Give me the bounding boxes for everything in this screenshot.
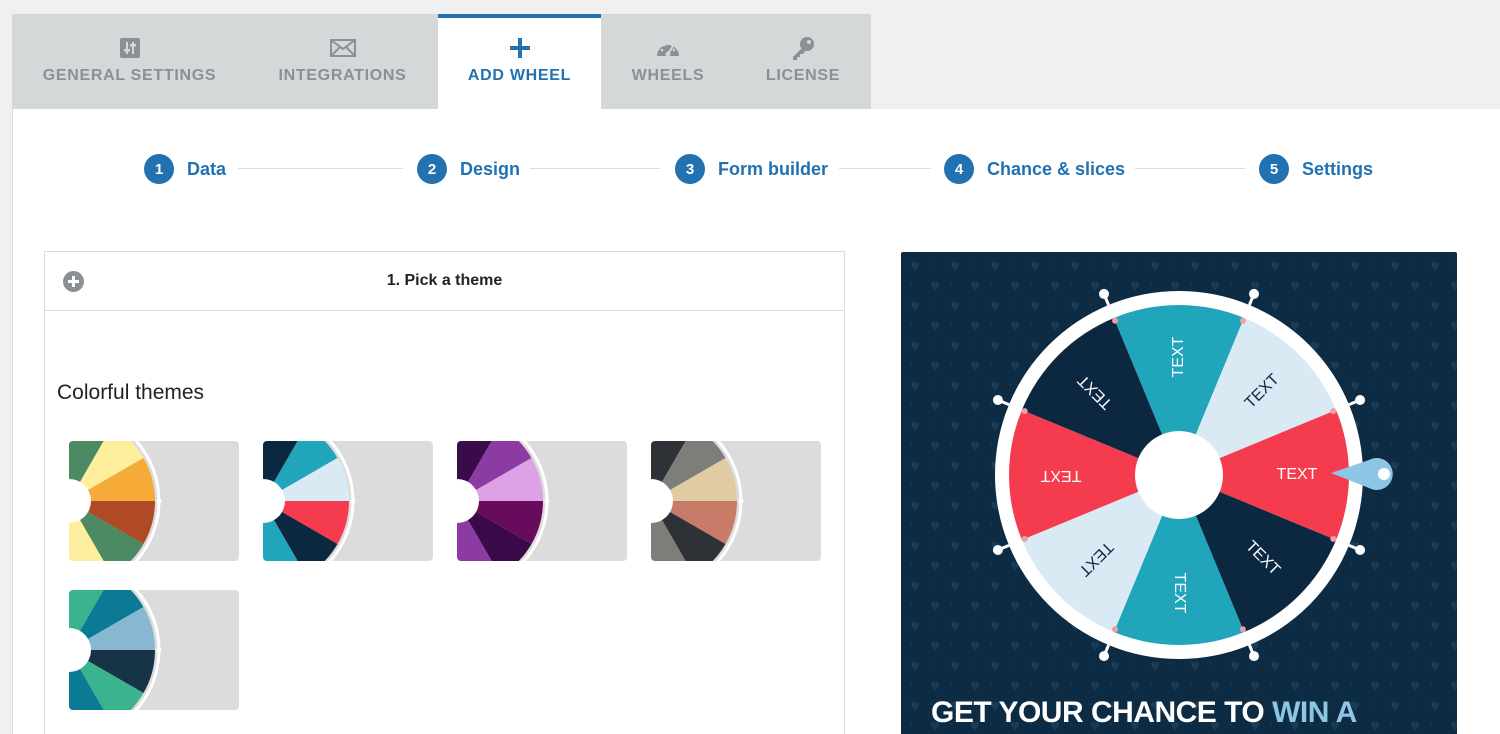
step-design[interactable]: 2 Design [417, 154, 520, 184]
step-label: Data [187, 158, 227, 179]
wheel-pin [1021, 408, 1028, 415]
wheel-peg [992, 394, 1003, 405]
promo-headline: GET YOUR CHANCE TO WIN A [931, 696, 1357, 730]
wheel-slice-text: TEXT [1040, 467, 1081, 484]
wheel-pin [1239, 317, 1246, 324]
wheel-pointer-dot [1378, 468, 1390, 480]
wheel-peg [1249, 288, 1260, 299]
wheel-preview: TEXT TEXT TEXT TEXT TEXT TEXT TEXT TEXT GET YOU… [901, 252, 1457, 734]
wheel-peg [1098, 288, 1109, 299]
promo-text: GET YOUR CHANCE TO [931, 696, 1273, 729]
theme-peg [156, 647, 162, 653]
wheel-peg [1355, 545, 1366, 556]
step-label: Design [460, 158, 521, 179]
theme-wheel-preview [69, 590, 162, 710]
theme-wheel-preview [651, 441, 744, 561]
step-number: 4 [944, 154, 974, 184]
sliders-icon [119, 36, 141, 60]
step-connector [839, 168, 931, 169]
wheel-peg [1355, 394, 1366, 405]
wheel-hub [1135, 431, 1223, 519]
theme-option-5[interactable] [69, 590, 239, 710]
wheel-peg [1098, 651, 1109, 662]
theme-wheel-preview [263, 441, 356, 561]
wheel-slice-text: TEXT [1277, 466, 1318, 483]
tab-add-wheel[interactable]: ADD WHEEL [438, 14, 601, 109]
plus-icon [509, 36, 531, 60]
tab-label: INTEGRATIONS [278, 67, 407, 84]
theme-option-4[interactable] [651, 441, 821, 561]
theme-wheel-preview [457, 441, 550, 561]
wheel-pin [1239, 626, 1246, 633]
dashboard-icon [655, 36, 681, 60]
step-connector [238, 168, 403, 169]
step-connector [530, 168, 660, 169]
theme-peg [544, 498, 550, 504]
step-connector [1135, 168, 1245, 169]
wheel-peg [1249, 651, 1260, 662]
tab-label: LICENSE [765, 67, 841, 84]
tab-label: ADD WHEEL [467, 67, 572, 84]
step-data[interactable]: 1 Data [144, 154, 226, 184]
step-number: 2 [417, 154, 447, 184]
step-label: Chance & slices [987, 158, 1126, 179]
theme-peg [156, 498, 162, 504]
wheel-pin [1112, 626, 1119, 633]
step-settings[interactable]: 5 Settings [1259, 154, 1373, 184]
tab-label: WHEELS [631, 67, 705, 84]
tab-integrations[interactable]: INTEGRATIONS [247, 14, 438, 109]
tab-wheels[interactable]: WHEELS [601, 14, 735, 109]
theme-picker: 1. Pick a theme Colorful themes [44, 251, 845, 734]
theme-option-2[interactable] [263, 441, 433, 561]
theme-option-1[interactable] [69, 441, 239, 561]
wheel-slice-text: TEXT [1171, 573, 1188, 614]
step-label: Settings [1302, 158, 1374, 179]
tab-label: GENERAL SETTINGS [42, 67, 217, 84]
theme-peg [738, 498, 744, 504]
accordion-title: 1. Pick a theme [386, 272, 503, 289]
expand-plus-icon[interactable] [63, 271, 84, 292]
theme-option-3[interactable] [457, 441, 627, 561]
step-number: 3 [675, 154, 705, 184]
key-icon [790, 36, 816, 60]
step-chance-slices[interactable]: 4 Chance & slices [944, 154, 1125, 184]
wheel-pin [1021, 535, 1028, 542]
step-form-builder[interactable]: 3 Form builder [675, 154, 828, 184]
preview-canvas: TEXTTEXTTEXTTEXTTEXTTEXTTEXTTEXT [901, 252, 1457, 734]
step-number: 1 [144, 154, 174, 184]
envelope-icon [329, 36, 356, 60]
wheel-peg [992, 545, 1003, 556]
wheel-pin [1330, 408, 1337, 415]
wheel-pin [1330, 535, 1337, 542]
step-number: 5 [1259, 154, 1289, 184]
theme-peg [350, 498, 356, 504]
wheel-pin [1112, 317, 1119, 324]
accordion-header[interactable]: 1. Pick a theme [45, 252, 844, 311]
section-title: Colorful themes [57, 381, 205, 404]
wheel-slice-text: TEXT [1170, 336, 1187, 377]
tab-general-settings[interactable]: GENERAL SETTINGS [12, 14, 247, 109]
theme-wheel-preview [69, 441, 162, 561]
tab-license[interactable]: LICENSE [735, 14, 871, 109]
promo-highlight: WIN A [1272, 696, 1357, 729]
step-label: Form builder [718, 158, 829, 179]
settings-tabs: GENERAL SETTINGS INTEGRATIONS ADD WHEEL … [12, 14, 871, 109]
